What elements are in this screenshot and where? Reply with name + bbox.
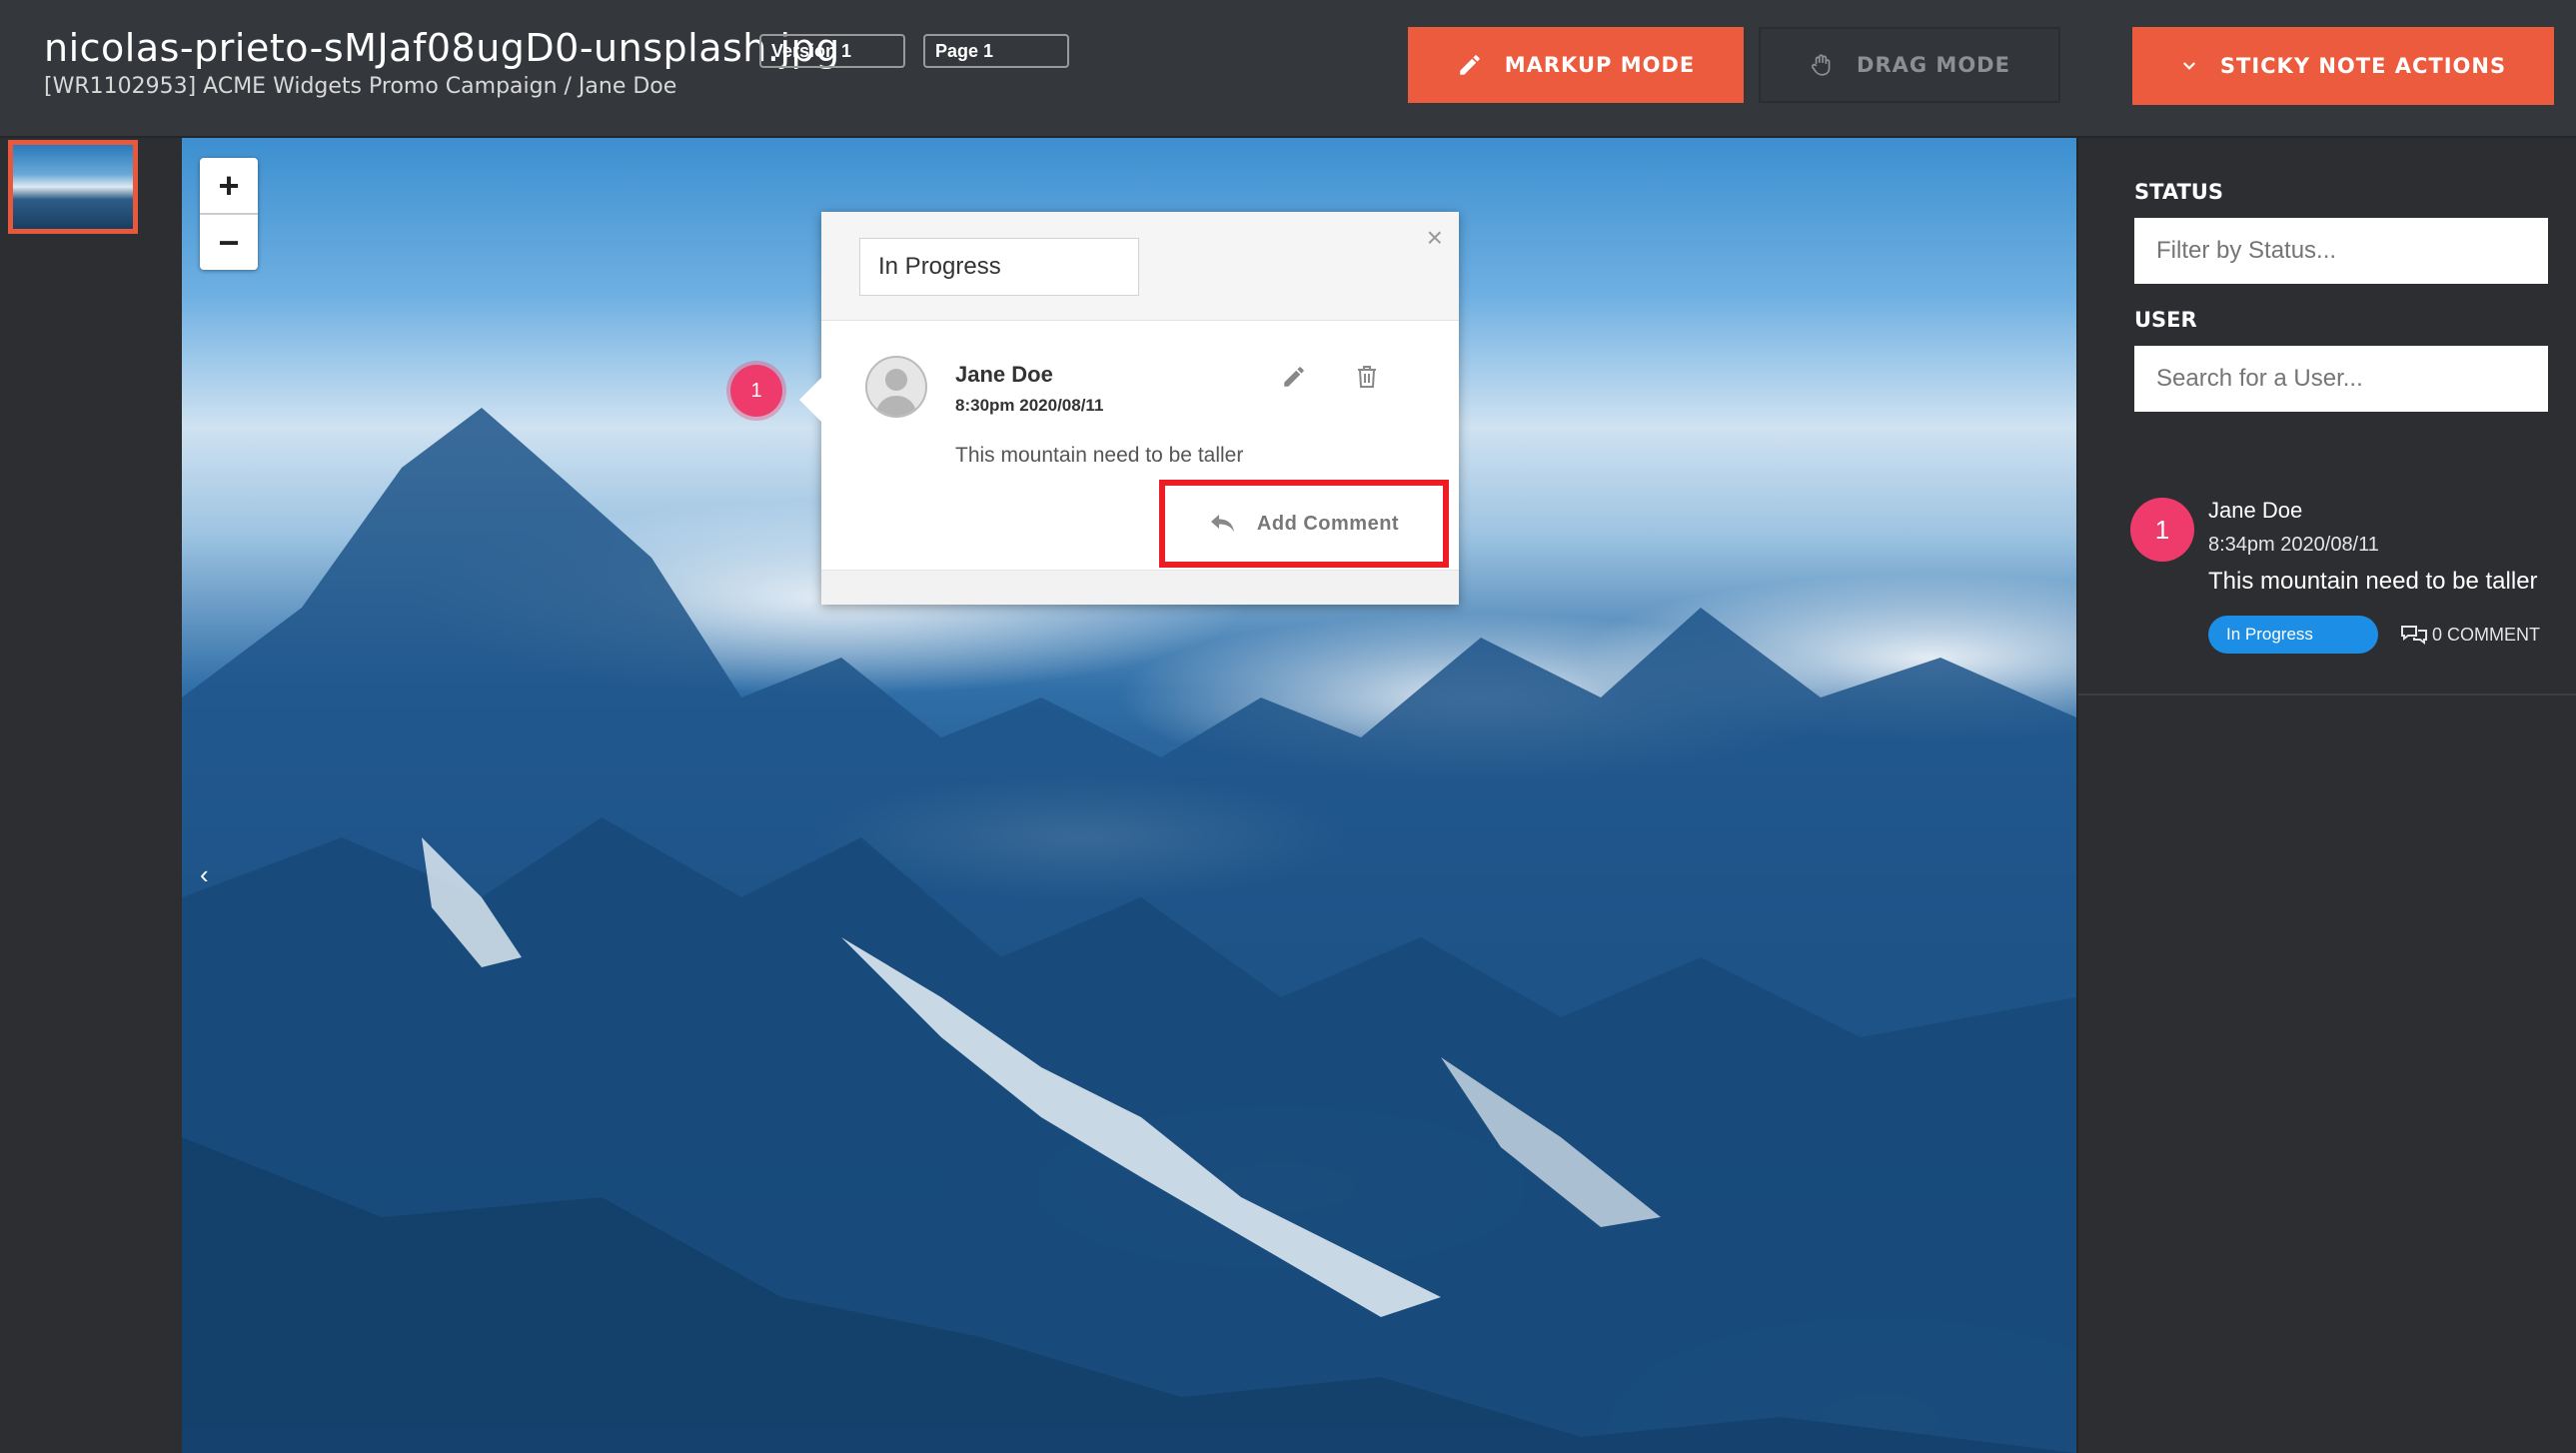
thumbnail-rail	[0, 138, 182, 1453]
reply-icon	[1209, 513, 1237, 535]
user-search-input[interactable]	[2134, 346, 2548, 412]
comment-timestamp: 8:30pm 2020/08/11	[955, 396, 1104, 415]
sticky-note-actions-label: STICKY NOTE ACTIONS	[2219, 54, 2507, 78]
comments-icon	[2400, 624, 2428, 646]
markup-mode-button[interactable]: MARKUP MODE	[1408, 27, 1744, 103]
comment-author: Jane Doe	[955, 362, 1053, 387]
status-select[interactable]: In Progress	[859, 238, 1139, 296]
markup-mode-label: MARKUP MODE	[1504, 53, 1696, 77]
drag-mode-button[interactable]: DRAG MODE	[1759, 27, 2060, 103]
comment-count[interactable]: 0 COMMENT	[2400, 624, 2540, 646]
comment-popup: In Progress × Jane Doe 8:30pm 2020/08/11…	[799, 212, 1459, 605]
pencil-icon[interactable]	[1281, 364, 1307, 395]
zoom-in-button[interactable]: +	[200, 158, 258, 215]
note-timestamp: 8:34pm 2020/08/11	[2208, 534, 2379, 556]
status-badge[interactable]: In Progress	[2208, 616, 2378, 654]
close-icon[interactable]: ×	[1427, 222, 1443, 254]
comment-count-label: 0 COMMENT	[2432, 624, 2540, 645]
user-filter-label: USER	[2134, 308, 2197, 332]
zoom-out-button[interactable]: −	[200, 215, 258, 270]
popup-footer	[821, 570, 1459, 605]
filter-sidebar: STATUS USER 1 Jane Doe 8:34pm 2020/08/11…	[2076, 138, 2576, 1453]
add-comment-button[interactable]: Add Comment	[1159, 480, 1449, 568]
sticky-note-actions-button[interactable]: STICKY NOTE ACTIONS	[2132, 27, 2554, 105]
zoom-controls: + −	[200, 158, 258, 270]
annotation-pin[interactable]: 1	[730, 365, 782, 417]
note-text: This mountain need to be taller	[2208, 568, 2538, 595]
popup-header: In Progress ×	[821, 212, 1459, 321]
hand-icon	[1809, 52, 1835, 78]
add-comment-label: Add Comment	[1256, 512, 1400, 535]
trash-icon[interactable]	[1355, 364, 1379, 395]
previous-page-arrow[interactable]: ‹	[200, 859, 209, 890]
pencil-icon	[1457, 52, 1483, 78]
page-select[interactable]: Page 1	[923, 34, 1069, 68]
avatar-icon	[865, 356, 927, 418]
breadcrumb[interactable]: [WR1102953] ACME Widgets Promo Campaign …	[44, 74, 676, 99]
comment-text: This mountain need to be taller	[955, 444, 1244, 467]
version-select[interactable]: Version 1	[759, 34, 905, 68]
status-filter-input[interactable]	[2134, 218, 2548, 284]
drag-mode-label: DRAG MODE	[1857, 53, 2010, 77]
note-author: Jane Doe	[2208, 498, 2303, 523]
status-filter-label: STATUS	[2134, 180, 2223, 204]
file-title: nicolas-prieto-sMJaf08ugD0-unsplash.jpg	[44, 26, 840, 70]
page-thumbnail[interactable]	[8, 140, 138, 234]
sticky-note-list-item[interactable]: 1 Jane Doe 8:34pm 2020/08/11 This mounta…	[2078, 468, 2576, 696]
note-number-badge: 1	[2130, 498, 2194, 562]
chevron-down-icon	[2180, 57, 2198, 75]
top-header: nicolas-prieto-sMJaf08ugD0-unsplash.jpg …	[0, 0, 2576, 138]
